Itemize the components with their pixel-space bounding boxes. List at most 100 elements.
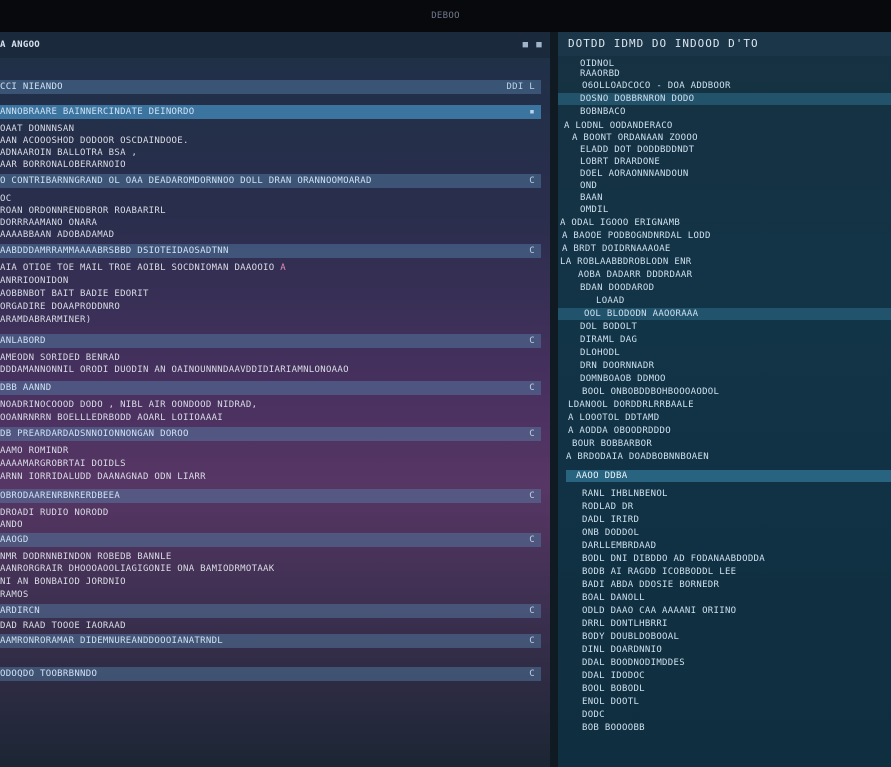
panel-item[interactable]: A BRDODAIA DOADBOBNNBOAEN [566, 451, 709, 463]
editor-line[interactable]: NI AN BONBAIOD JORDNIO [0, 576, 126, 588]
panel-item[interactable]: A BOONT ORDANAAN ZOOOO [572, 132, 698, 144]
panel-item[interactable]: BOUR BOBBARBOR [572, 438, 652, 450]
editor-line[interactable]: AAAAMARGROBRTAI DOIDLS [0, 458, 126, 470]
panel-item[interactable]: DRN DOORNNADR [580, 360, 654, 372]
fold-marker-icon[interactable]: C [529, 381, 535, 395]
editor-highlight-line[interactable]: ARDIRCN C [0, 604, 541, 618]
panel-item[interactable]: BDAN DOODAROD [580, 282, 654, 294]
panel-item[interactable]: LOAAD [596, 295, 625, 307]
editor-line[interactable]: ADNAAROIN BALLOTRA BSA , [0, 147, 137, 159]
panel-item[interactable]: RODLAD DR [582, 501, 633, 513]
fold-marker-icon[interactable]: DDI L [506, 80, 535, 94]
panel-item[interactable]: DOL BODOLT [580, 321, 637, 333]
editor-line[interactable]: AAAABBAAN ADOBADAMAD [0, 229, 114, 241]
panel-item[interactable]: BADI ABDA DDOSIE BORNEDR [582, 579, 719, 591]
tab-close-icon[interactable]: ■ [536, 40, 542, 50]
editor-highlight-line[interactable]: O CONTRIBARNNGRAND OL OAA DEADAROMDORNNO… [0, 174, 541, 188]
editor-line[interactable]: AMEODN SORIDED BENRAD [0, 352, 120, 364]
panel-item[interactable]: A BAOOE PODBOGNDNRDAL LODD [562, 230, 711, 242]
panel-item[interactable]: DOMNBOAOB DDMOO [580, 373, 666, 385]
editor-line[interactable]: ANDO [0, 519, 23, 531]
panel-item[interactable]: A LOOOTOL DDTAMD [568, 412, 660, 424]
panel-item[interactable]: BODB AI RAGDD ICOBBODDL LEE [582, 566, 736, 578]
editor-line[interactable]: AOBBNBOT BAIT BADIE EDORIT [0, 288, 149, 300]
panel-item[interactable]: DDAL IDODOC [582, 670, 645, 682]
panel-item[interactable]: A BRDT DOIDRNAAAOAE [562, 243, 671, 255]
panel-item[interactable]: A LODNL OODANDERACO [564, 120, 673, 132]
fold-marker-icon[interactable]: C [529, 334, 535, 348]
panel-item[interactable]: DODC [582, 709, 605, 721]
editor-line[interactable]: OAAT DONNNSAN [0, 123, 74, 135]
panel-item[interactable]: DARLLEMBRDAAD [582, 540, 656, 552]
editor-line[interactable]: NOADRINOCOOOD DODO , NIBL AIR OONDOOD NI… [0, 399, 257, 411]
panel-item[interactable]: BODY DOUBLDOBOOAL [582, 631, 679, 643]
editor-line[interactable]: AIA OTIOE TOE MAIL TROE AOIBL SOCDNIOMAN… [0, 262, 286, 274]
panel-item[interactable]: BAAN [580, 192, 603, 204]
panel-item[interactable]: BOAL DANOLL [582, 592, 645, 604]
editor-line[interactable]: RAMOS [0, 589, 29, 601]
editor-line[interactable]: ROAN ORDONNRENDBROR ROABARIRL [0, 205, 166, 217]
fold-marker-icon[interactable]: C [529, 427, 535, 441]
fold-marker-icon[interactable]: C [529, 634, 535, 648]
editor-line[interactable]: ARAMDABRARMINER) [0, 314, 92, 326]
panel-item[interactable]: DOSNO DOBBRNRON DODO [558, 93, 891, 105]
editor-tab[interactable]: A ANGOO ■ ■ [0, 32, 550, 58]
editor-line[interactable]: DDDAMANNONNIL ORODI DUODIN AN OAINOUNNND… [0, 364, 349, 376]
editor-highlight-line[interactable]: CCI NIEANDO DDI L [0, 80, 541, 94]
panel-item[interactable]: BOOL ONBOBDDBOHBOOOAODOL [582, 386, 719, 398]
editor-line[interactable]: AAR BORRONALOBERARNOIO [0, 159, 126, 171]
panel-item[interactable]: DRRL DONTLHBRRI [582, 618, 668, 630]
fold-marker-icon[interactable]: C [529, 244, 535, 258]
panel-item[interactable]: DIRAML DAG [580, 334, 637, 346]
editor-line[interactable]: ARNN IORRIDALUDD DAANAGNAD ODN LIARR [0, 471, 206, 483]
editor-highlight-line[interactable]: OBRODAARENRBNRERDBEEA C [0, 489, 541, 503]
fold-marker-icon[interactable]: ▪ [529, 105, 535, 119]
fold-marker-icon[interactable]: C [529, 489, 535, 503]
editor-highlight-line[interactable]: ANLABORD C [0, 334, 541, 348]
editor-highlight-line[interactable]: AAOGD C [0, 533, 541, 547]
panel-item[interactable]: AOBA DADARR DDDRDAAR [578, 269, 692, 281]
panel-item[interactable]: BOB BOOOOBB [582, 722, 645, 734]
panel-item[interactable]: O6OLLOADCOCO - DOA ADDBOOR [582, 80, 731, 92]
editor-line[interactable]: DAD RAAD TOOOE IAORAAD [0, 620, 126, 632]
editor-line[interactable]: AANRORGRAIR DHOOOAOOLIAGIGONIE ONA BAMIO… [0, 563, 275, 575]
panel-item[interactable]: OMDIL [580, 204, 609, 216]
panel-item[interactable]: RAAORBD [580, 68, 620, 80]
fold-marker-icon[interactable]: C [529, 667, 535, 681]
panel-item[interactable]: A AODDA OBOODRDDDO [568, 425, 671, 437]
editor-line[interactable]: ORGADIRE DOAAPRODDNRO [0, 301, 120, 313]
editor-highlight-line[interactable]: AAMRONRORAMAR DIDEMNUREANDDOOOIANATRNDL C [0, 634, 541, 648]
editor-highlight-line[interactable]: AABDDDAMRRAMMAAAABRSBBD DSIOTEIDAOSADTNN… [0, 244, 541, 258]
editor-highlight-line[interactable]: DBB AANND C [0, 381, 541, 395]
panel-item[interactable]: ELADD DOT DODDBDDNDT [580, 144, 694, 156]
outline-panel[interactable]: DOTDD IDMD DO INDOOD D'TO OIDNOL RAAORBD O… [558, 32, 891, 767]
editor-line[interactable]: DROADI RUDIO NORODD [0, 507, 109, 519]
panel-item[interactable]: LOBRT DRARDONE [580, 156, 660, 168]
editor-line[interactable]: AAMO ROMINDR [0, 445, 69, 457]
pane-divider[interactable] [550, 32, 558, 767]
editor-line[interactable]: NMR DODRNNBINDON ROBEDB BANNLE [0, 551, 172, 563]
editor-line[interactable]: OOANRNRRN BOELLLEDRBODD AOARL LOIIOAAAI [0, 412, 223, 424]
editor-line[interactable]: AAN ACOOOSHOD DODOOR OSCDAINDOOE. [0, 135, 189, 147]
panel-item[interactable]: LDANOOL DORDDRLRRBAALE [568, 399, 694, 411]
editor-line[interactable]: DORRRAAMANO ONARA [0, 217, 97, 229]
panel-item[interactable]: OOL BLODODN AAOORAAA [558, 308, 891, 320]
fold-marker-icon[interactable]: C [529, 604, 535, 618]
panel-item[interactable]: DDAL BOODNODIMDDES [582, 657, 685, 669]
panel-item[interactable]: ONB DODDOL [582, 527, 639, 539]
panel-selected-item[interactable]: AAOO DDBA [566, 470, 891, 482]
panel-item[interactable]: DOEL AORAONNNANDOUN [580, 168, 689, 180]
panel-item[interactable]: ODLD DAAO CAA AAAANI ORIINO [582, 605, 736, 617]
panel-item[interactable]: LA ROBLAABBDROBLODN ENR [560, 256, 692, 268]
editor-pane[interactable]: A ANGOO ■ ■ CCI NIEANDO DDI L ANNOBRAARE B… [0, 32, 550, 767]
panel-item[interactable]: DLOHODL [580, 347, 620, 359]
editor-line[interactable]: ANRRIOONIDON [0, 275, 69, 287]
panel-item[interactable]: BOOL BOBODL [582, 683, 645, 695]
editor-line[interactable]: OC [0, 193, 11, 205]
panel-item[interactable]: BOBNBACO [580, 106, 626, 118]
editor-highlight-line[interactable]: ODOQDO TOOBRBNNDO C [0, 667, 541, 681]
panel-item[interactable]: DINL DOARDNNIO [582, 644, 662, 656]
panel-item[interactable]: BODL DNI DIBDDO AD FODANAABDODDA [582, 553, 765, 565]
fold-marker-icon[interactable]: C [529, 174, 535, 188]
panel-item[interactable]: RANL IHBLNBENOL [582, 488, 668, 500]
